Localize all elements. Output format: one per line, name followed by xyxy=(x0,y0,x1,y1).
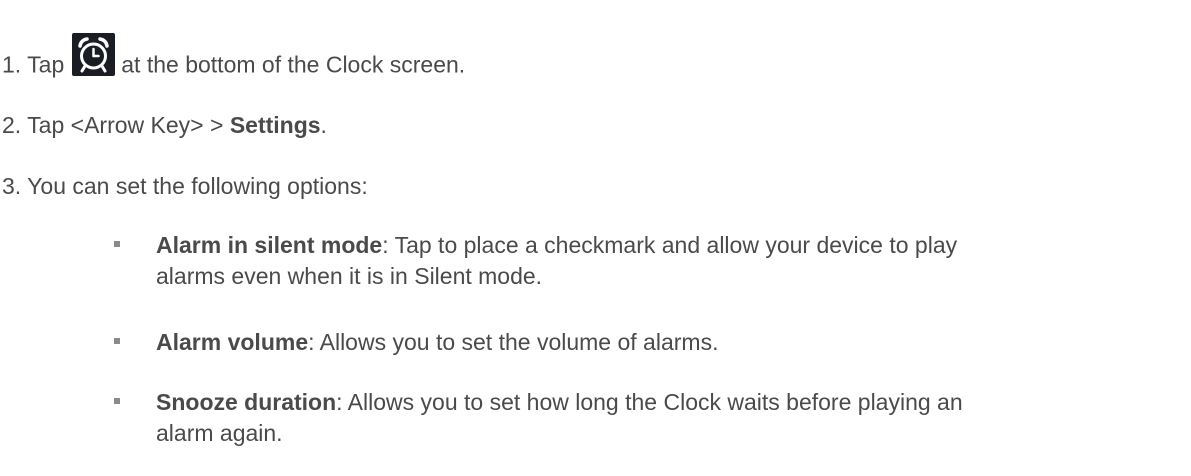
option-term: Alarm in silent mode xyxy=(156,232,383,258)
option-text: Alarm in silent mode: Tap to place a che… xyxy=(156,230,1186,292)
option-text: Snooze duration: Allows you to set how l… xyxy=(156,387,1186,449)
step-suffix: at the bottom of the Clock screen. xyxy=(121,51,466,78)
option-term: Snooze duration xyxy=(156,389,337,415)
option-description-line2: alarms even when it is in Silent mode. xyxy=(156,263,543,289)
option-term: Alarm volume xyxy=(156,329,309,355)
step-3: 3. You can set the following options: xyxy=(2,172,368,200)
bullet-marker xyxy=(114,338,120,344)
settings-label: Settings xyxy=(229,112,321,138)
option-text: Alarm volume: Allows you to set the volu… xyxy=(156,327,1186,358)
option-description: : Tap to place a checkmark and allow you… xyxy=(382,232,958,258)
step-number: 1. xyxy=(2,51,22,78)
bullet-marker xyxy=(114,241,120,247)
step-text: You can set the following options: xyxy=(27,173,368,199)
step-1: 1. Tap at the bottom of the Clock screen… xyxy=(2,33,466,88)
option-description-line2: alarm again. xyxy=(156,420,283,446)
option-description: : Allows you to set the volume of alarms… xyxy=(308,329,719,355)
step-number: 3. xyxy=(2,173,22,199)
step-prefix: Tap xyxy=(27,51,65,78)
step-text: Tap <Arrow Key> > xyxy=(27,112,230,138)
step-end: . xyxy=(320,112,327,138)
option-description: : Allows you to set how long the Clock w… xyxy=(336,389,963,415)
bullet-marker xyxy=(114,398,120,404)
step-2: 2. Tap <Arrow Key> > Settings. xyxy=(2,111,327,139)
step-number: 2. xyxy=(2,112,22,138)
alarm-clock-icon xyxy=(72,33,116,76)
